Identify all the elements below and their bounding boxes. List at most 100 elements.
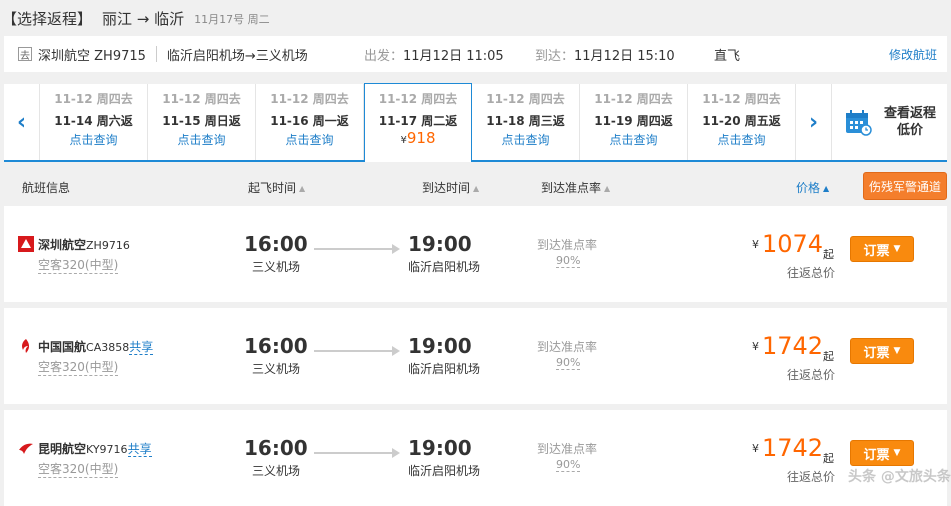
- query-link[interactable]: 点击查询: [688, 131, 795, 148]
- page-title: 【选择返程】: [2, 9, 93, 28]
- date-cell-selected[interactable]: 11-12 周四去 11-17 周二返 ¥918: [364, 83, 472, 162]
- date-cell[interactable]: 11-12 周四去 11-19 周四返 点击查询: [580, 84, 688, 160]
- calendar-icon: [846, 110, 872, 136]
- col-flight-info: 航班信息: [22, 181, 71, 195]
- go-date: 11-12 周四去: [270, 92, 349, 106]
- flight-row: 中国国航CA3858共享 空客320(中型) 16:00 三义机场 19:00 …: [4, 308, 947, 404]
- prev-dates-arrow-icon[interactable]: ‹: [4, 84, 40, 160]
- col-dep-time[interactable]: 起飞时间 ▲︎: [248, 179, 305, 196]
- date-cell[interactable]: 11-12 周四去 11-18 周三返 点击查询: [472, 84, 580, 160]
- price-from: 起: [823, 452, 834, 465]
- shenzhen-airlines-logo-icon: [18, 236, 34, 252]
- query-link[interactable]: 点击查询: [580, 131, 687, 148]
- return-date: 11-17 周二返: [378, 114, 458, 128]
- ontime-label: 到达准点率: [537, 238, 598, 252]
- date-cell[interactable]: 11-12 周四去 11-14 周六返 点击查询: [40, 84, 148, 160]
- price-from: 起: [823, 248, 834, 261]
- return-date: 11-19 周四返: [594, 114, 673, 128]
- plane-type[interactable]: 空客320(中型): [38, 256, 119, 274]
- flight-row: 昆明航空KY9716共享 空客320(中型) 16:00 三义机场 19:00 …: [4, 410, 947, 506]
- query-link[interactable]: 点击查询: [256, 131, 363, 148]
- book-button[interactable]: 订票 ▼︎: [850, 338, 914, 364]
- return-date: 11-16 周一返: [270, 114, 349, 128]
- date-cell[interactable]: 11-12 周四去 11-16 周一返 点击查询: [256, 84, 364, 160]
- col-on-time-label: 到达准点率: [541, 181, 602, 195]
- arr-airport: 临沂启阳机场: [408, 362, 481, 376]
- query-link[interactable]: 点击查询: [472, 131, 579, 148]
- currency-symbol: ¥: [752, 238, 759, 251]
- book-label: 订票: [863, 345, 890, 361]
- col-price-label: 价格: [796, 181, 821, 195]
- outbound-departure: 出发：11月12日 11:05: [364, 45, 504, 64]
- ontime-label: 到达准点率: [537, 442, 598, 456]
- ontime-value[interactable]: 90%: [556, 458, 581, 472]
- date-strip: ‹ 11-12 周四去 11-14 周六返 点击查询 11-12 周四去 11-…: [4, 83, 947, 162]
- airline-name: 昆明航空: [38, 442, 87, 456]
- ontime-value[interactable]: 90%: [556, 356, 581, 370]
- column-header: 航班信息 起飞时间 ▲︎ 到达时间 ▲︎ 到达准点率 ▲︎ 价格 ▲︎: [4, 172, 947, 200]
- airline-flight: 中国国航CA3858共享: [38, 338, 154, 355]
- go-date: 11-12 周四去: [702, 92, 781, 106]
- dep-time: 16:00: [244, 334, 308, 358]
- return-date: 11-18 周三返: [486, 114, 565, 128]
- col-arr-time-label: 到达时间: [422, 181, 471, 195]
- query-link[interactable]: 点击查询: [40, 131, 147, 148]
- dep-time: 16:00: [244, 436, 308, 460]
- chevron-down-icon: ▼︎: [893, 244, 901, 254]
- col-price[interactable]: 价格 ▲︎: [796, 179, 829, 196]
- currency-symbol: ¥: [752, 442, 759, 455]
- chevron-down-icon: ▼︎: [893, 448, 901, 458]
- next-dates-arrow-icon[interactable]: ›: [796, 84, 832, 160]
- go-date: 11-12 周四去: [486, 92, 565, 106]
- round-trip-total: 往返总价: [787, 368, 836, 382]
- outbound-arrival: 到达：11月12日 15:10: [535, 45, 675, 64]
- arr-airport: 临沂启阳机场: [408, 464, 481, 478]
- go-date: 11-12 周四去: [162, 92, 241, 106]
- air-china-logo-icon: [22, 339, 30, 353]
- currency-symbol: ¥: [752, 340, 759, 353]
- price-value: 1074: [762, 230, 824, 258]
- arr-time: 19:00: [408, 436, 472, 460]
- page-header: 【选择返程】 丽江 → 临沂 11月17号 周二: [0, 0, 951, 36]
- lowest-price: ¥918: [365, 129, 471, 147]
- military-disabled-channel-button[interactable]: 伤残军警通道: [863, 172, 947, 200]
- codeshare-link[interactable]: 共享: [127, 442, 152, 457]
- return-low-price-button[interactable]: 查看返程 低价: [834, 84, 947, 160]
- sort-icon: ▲︎: [299, 184, 306, 193]
- outbound-route: 临沂启阳机场→三义机场: [166, 48, 308, 64]
- book-button[interactable]: 订票 ▼︎: [850, 440, 914, 466]
- plane-type[interactable]: 空客320(中型): [38, 460, 119, 478]
- dep-airport: 三义机场: [252, 260, 301, 274]
- divider: [155, 46, 157, 62]
- airline-name: 中国国航: [38, 340, 87, 354]
- book-label: 订票: [863, 447, 890, 463]
- price-value: 918: [406, 129, 436, 147]
- sort-up-icon: ▲︎: [823, 184, 830, 193]
- arrival-label: 到达：: [535, 48, 575, 64]
- col-on-time[interactable]: 到达准点率 ▲︎: [541, 179, 610, 196]
- date-cell[interactable]: 11-12 周四去 11-20 周五返 点击查询: [688, 84, 796, 160]
- return-date: 11-20 周五返: [702, 114, 781, 128]
- return-low-price-line2: 低价: [897, 123, 924, 138]
- price-from: 起: [823, 350, 834, 363]
- go-date: 11-12 周四去: [378, 92, 458, 106]
- ontime-value[interactable]: 90%: [556, 254, 581, 268]
- outbound-flight: 深圳航空 ZH9715: [38, 48, 146, 64]
- plane-type[interactable]: 空客320(中型): [38, 358, 119, 376]
- departure-value: 11月12日 11:05: [403, 48, 504, 64]
- flight-number: KY9716: [86, 443, 128, 456]
- return-date: 11月17号 周二: [194, 13, 270, 26]
- codeshare-link[interactable]: 共享: [129, 340, 154, 355]
- go-date: 11-12 周四去: [594, 92, 673, 106]
- arr-time: 19:00: [408, 232, 472, 256]
- book-button[interactable]: 订票 ▼︎: [850, 236, 914, 262]
- col-arr-time[interactable]: 到达时间 ▲︎: [422, 179, 479, 196]
- arr-airport: 临沂启阳机场: [408, 260, 481, 274]
- kunming-airlines-logo-icon: [19, 443, 33, 454]
- flight-number: ZH9716: [86, 239, 130, 252]
- query-link[interactable]: 点击查询: [148, 131, 255, 148]
- book-label: 订票: [863, 243, 890, 259]
- sort-icon: ▲︎: [604, 184, 611, 193]
- date-cell[interactable]: 11-12 周四去 11-15 周日返 点击查询: [148, 84, 256, 160]
- modify-flight-link[interactable]: 修改航班: [889, 46, 937, 63]
